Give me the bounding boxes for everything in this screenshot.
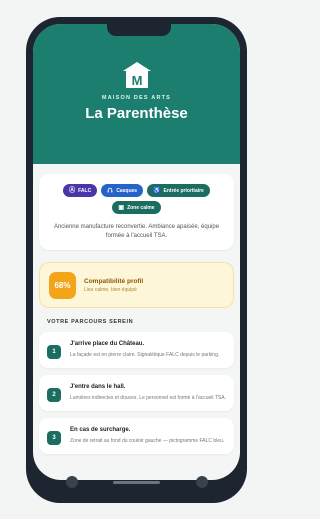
home-indicator[interactable] (113, 481, 160, 484)
section-title: VOTRE PARCOURS SEREIN (47, 319, 134, 325)
badge-label: Casques (116, 187, 138, 194)
badge-zone-calme[interactable]: ▣ Zone calme (112, 201, 161, 214)
step-title: J'arrive place du Château. (70, 341, 145, 347)
right-hardware-button[interactable] (196, 476, 208, 488)
badge-list: Ⓐ FALC Casques ♿ Entrée prioritaire ▣ Zo… (47, 184, 226, 214)
accessibility-card: Ⓐ FALC Casques ♿ Entrée prioritaire ▣ Zo… (39, 174, 234, 250)
accessibility-icon: ♿ (153, 187, 161, 194)
venue-description: Ancienne manufacture reconvertie. Ambian… (53, 224, 220, 239)
phone-bottom-bar (26, 463, 247, 503)
venue-title: La Parenthèse (85, 105, 188, 122)
step-text: La façade est en pierre claire. Signalét… (70, 352, 220, 358)
compatibility-title: Compatibilité profil (84, 277, 144, 285)
phone-frame: M MAISON DES ARTS La Parenthèse Ⓐ FALC C… (26, 17, 247, 503)
badge-label: Zone calme (127, 204, 155, 211)
phone-notch (107, 24, 171, 36)
badge-falc[interactable]: Ⓐ FALC (63, 184, 98, 197)
venue-header: M MAISON DES ARTS La Parenthèse (33, 24, 240, 164)
step-text: Lumières indirectes et douces. Le person… (70, 395, 226, 401)
calm-zone-icon: ▣ (118, 204, 125, 211)
logo-letter: M (131, 73, 142, 88)
compatibility-subtitle: Lieu calme, bien équipé (84, 286, 137, 293)
venue-subtitle: MAISON DES ARTS (101, 95, 172, 101)
compatibility-card[interactable]: 68% Compatibilité profil Lieu calme, bie… (39, 262, 234, 308)
badge-entree-prioritaire[interactable]: ♿ Entrée prioritaire (147, 184, 210, 197)
app-screen: M MAISON DES ARTS La Parenthèse Ⓐ FALC C… (33, 24, 240, 480)
falc-icon: Ⓐ (69, 187, 76, 194)
step-number: 1 (47, 345, 61, 359)
step-title: En cas de surcharge. (70, 427, 131, 433)
step-text: Zone de retrait au fond du couloir gauch… (70, 438, 225, 444)
badge-label: FALC (78, 187, 92, 194)
compatibility-score: 68% (49, 271, 76, 299)
step-card-1[interactable]: 1 J'arrive place du Château. La façade e… (39, 332, 234, 368)
left-hardware-button[interactable] (66, 476, 78, 488)
badge-label: Entrée prioritaire (163, 187, 204, 194)
step-card-2[interactable]: 2 J'entre dans le hall. Lumières indirec… (39, 375, 234, 411)
step-number: 2 (47, 388, 61, 402)
headphones-icon (107, 187, 113, 195)
step-title: J'entre dans le hall. (70, 384, 126, 390)
badge-casques[interactable]: Casques (101, 184, 144, 197)
step-card-3[interactable]: 3 En cas de surcharge. Zone de retrait a… (39, 418, 234, 454)
step-number: 3 (47, 431, 61, 445)
